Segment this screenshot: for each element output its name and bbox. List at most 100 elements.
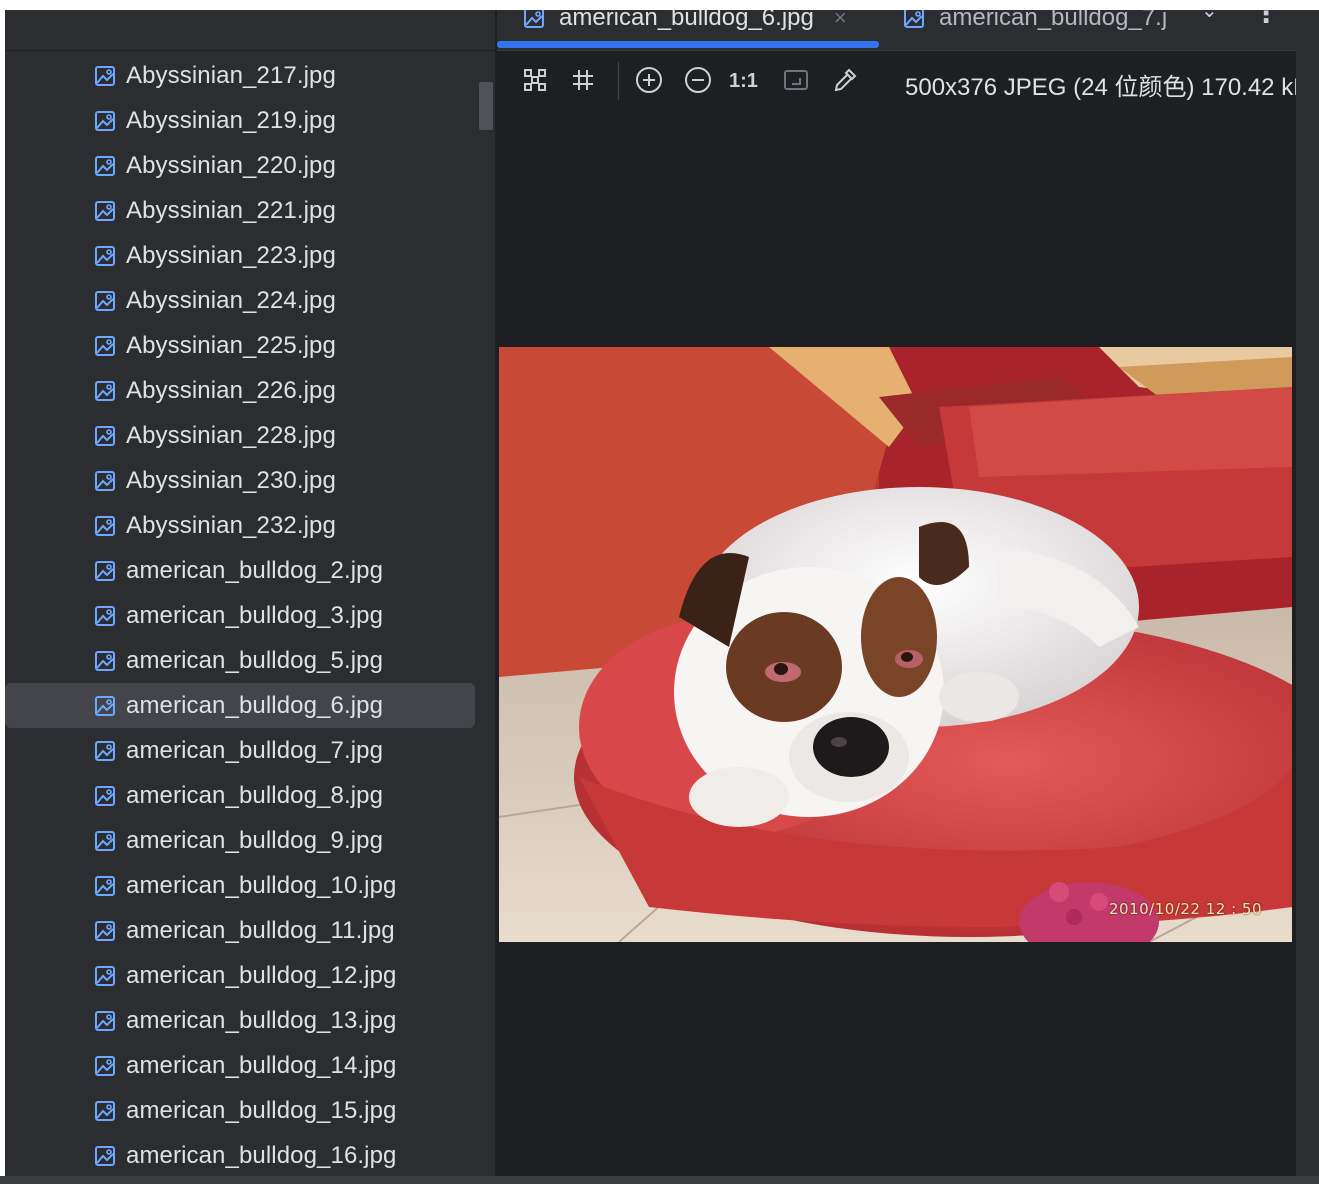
file-tree-item[interactable]: american_bulldog_9.jpg [5,818,475,863]
file-tree-item[interactable]: Abyssinian_232.jpg [5,503,475,548]
image-file-icon [94,1010,116,1032]
image-file-icon [94,1145,116,1167]
file-name: Abyssinian_224.jpg [126,286,336,314]
file-tree-item[interactable]: american_bulldog_12.jpg [5,953,475,998]
file-name: Abyssinian_223.jpg [126,241,336,269]
file-tree-item[interactable]: Abyssinian_221.jpg [5,188,475,233]
file-tree-item[interactable]: american_bulldog_16.jpg [5,1133,475,1176]
grid-icon[interactable] [569,66,597,94]
active-tab-indicator [497,41,879,48]
file-tree-item[interactable]: Abyssinian_225.jpg [5,323,475,368]
tab-american-bulldog-6[interactable]: american_bulldog_6.jpg × [523,10,847,38]
image-file-icon [94,785,116,807]
file-tree-item[interactable]: Abyssinian_228.jpg [5,413,475,458]
close-icon[interactable]: × [834,10,847,31]
status-bar [0,1176,1319,1184]
image-file-icon [94,740,116,762]
file-tree-item[interactable]: Abyssinian_219.jpg [5,98,475,143]
file-name: Abyssinian_217.jpg [126,61,336,89]
file-tree-item[interactable]: american_bulldog_15.jpg [5,1088,475,1133]
image-file-icon [94,335,116,357]
file-tree-item[interactable]: american_bulldog_2.jpg [5,548,475,593]
file-name: Abyssinian_230.jpg [126,466,336,494]
bulldog-photo: 2010/10/22 12 : 50 [499,347,1292,942]
file-name: american_bulldog_16.jpg [126,1141,397,1169]
file-tree-item[interactable]: Abyssinian_230.jpg [5,458,475,503]
file-tree-item[interactable]: Abyssinian_226.jpg [5,368,475,413]
image-file-icon [94,1055,116,1077]
file-tree-item[interactable]: american_bulldog_5.jpg [5,638,475,683]
file-name: american_bulldog_5.jpg [126,646,384,674]
ide-window: Abyssinian_217.jpg Abyssinian_219.jpg Abys… [5,10,1296,1176]
file-name: american_bulldog_3.jpg [126,601,384,629]
file-name: Abyssinian_232.jpg [126,511,336,539]
color-picker-icon[interactable] [831,66,859,94]
project-sidebar: Abyssinian_217.jpg Abyssinian_219.jpg Abys… [5,10,495,1176]
right-tool-strip [1296,10,1319,1176]
file-tree-item[interactable]: Abyssinian_224.jpg [5,278,475,323]
file-name: american_bulldog_12.jpg [126,961,397,989]
file-name: american_bulldog_11.jpg [126,916,395,944]
image-file-icon [94,245,116,267]
file-name: Abyssinian_221.jpg [126,196,336,224]
file-tree-item[interactable]: american_bulldog_13.jpg [5,998,475,1043]
more-options-icon[interactable]: ⋮ [1253,10,1279,29]
file-tree: Abyssinian_217.jpg Abyssinian_219.jpg Abys… [5,53,475,1176]
image-file-icon [94,830,116,852]
image-file-icon [94,110,116,132]
image-editor: american_bulldog_6.jpg × american_bulldo… [497,10,1296,1176]
file-tree-item[interactable]: american_bulldog_3.jpg [5,593,475,638]
file-name: american_bulldog_13.jpg [126,1006,397,1034]
file-name: Abyssinian_226.jpg [126,376,336,404]
image-file-icon [94,380,116,402]
image-file-icon [94,425,116,447]
actual-size-button[interactable]: 1:1 [729,70,758,93]
file-tree-item[interactable]: american_bulldog_7.jpg [5,728,475,773]
sidebar-scrollbar[interactable] [479,82,493,130]
image-file-icon [94,290,116,312]
file-tree-item[interactable]: american_bulldog_14.jpg [5,1043,475,1088]
image-file-icon [94,65,116,87]
zoom-in-icon[interactable] [635,66,663,94]
image-file-icon [94,560,116,582]
tab-label: american_bulldog_6.jpg [559,10,814,31]
image-file-icon [94,875,116,897]
file-tree-item[interactable]: Abyssinian_217.jpg [5,53,475,98]
file-name: american_bulldog_2.jpg [126,556,384,584]
image-toolbar: 1:1 500x376 JPEG (24 位颜色) 170.42 kB [497,50,1296,114]
sidebar-header [5,10,495,51]
file-tree-item[interactable]: american_bulldog_10.jpg [5,863,475,908]
image-file-icon [94,695,116,717]
file-name: american_bulldog_15.jpg [126,1096,397,1124]
file-name: Abyssinian_225.jpg [126,331,336,359]
file-tree-item[interactable]: american_bulldog_6.jpg [5,683,475,728]
file-tree-item[interactable]: american_bulldog_8.jpg [5,773,475,818]
file-name: Abyssinian_219.jpg [126,106,336,134]
tab-label: american_bulldog_7.j [939,10,1168,31]
file-tree-item[interactable]: american_bulldog_11.jpg [5,908,475,953]
file-name: american_bulldog_10.jpg [126,871,397,899]
image-file-icon [94,470,116,492]
file-tree-item[interactable]: Abyssinian_223.jpg [5,233,475,278]
image-file-icon [94,1100,116,1122]
chevron-down-icon[interactable]: ⌄ [1201,10,1218,23]
file-name: american_bulldog_6.jpg [126,691,384,719]
image-file-icon [94,515,116,537]
file-name: american_bulldog_14.jpg [126,1051,397,1079]
photo-timestamp: 2010/10/22 12 : 50 [1109,900,1262,918]
chessboard-icon[interactable] [521,66,549,94]
image-file-icon [94,920,116,942]
file-name: american_bulldog_9.jpg [126,826,384,854]
zoom-out-icon[interactable] [684,66,712,94]
image-file-icon [94,200,116,222]
file-name: american_bulldog_7.jpg [126,736,384,764]
image-canvas: 2010/10/22 12 : 50 [497,114,1296,1176]
file-tree-item[interactable]: Abyssinian_220.jpg [5,143,475,188]
editor-tab-bar: american_bulldog_6.jpg × american_bulldo… [497,10,1296,51]
tab-american-bulldog-7[interactable]: american_bulldog_7.j [903,10,1167,38]
fit-to-window-icon[interactable] [782,66,810,94]
image-file-icon [903,10,925,29]
file-name: Abyssinian_220.jpg [126,151,336,179]
image-file-icon [94,965,116,987]
file-name: american_bulldog_8.jpg [126,781,384,809]
